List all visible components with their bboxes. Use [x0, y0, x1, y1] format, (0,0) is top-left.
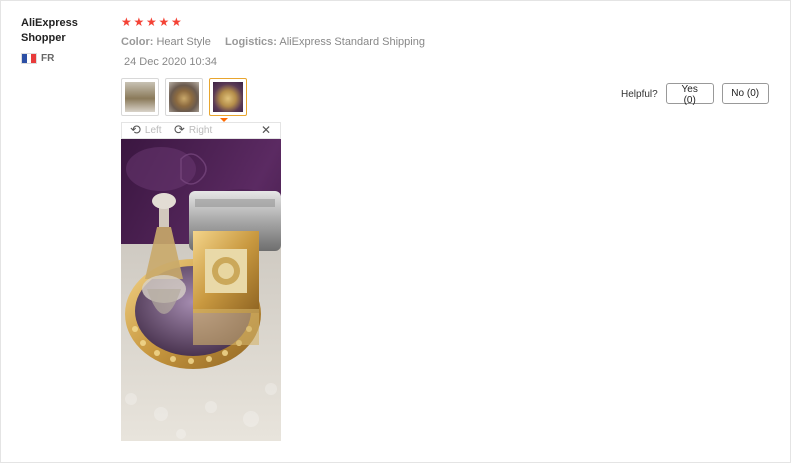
logistics-label: Logistics: [225, 36, 277, 48]
review-card: AliExpress Shopper FR ★ ★ ★ ★ ★ Color: H… [0, 0, 791, 463]
star-icon: ★ [146, 15, 157, 29]
france-flag-icon [21, 52, 37, 64]
rotate-right-icon: ⟳ [174, 123, 185, 138]
color-value: Heart Style [156, 36, 211, 48]
close-icon[interactable]: ✕ [261, 123, 271, 138]
order-info: Color: Heart Style Logistics: AliExpress… [121, 36, 425, 48]
country-code: FR [41, 52, 55, 64]
star-icon: ★ [133, 15, 145, 29]
star-icon: ★ [158, 15, 170, 29]
helpful-label: Helpful? [621, 89, 658, 100]
reviewer-country: FR [21, 52, 54, 64]
thumbnail-2[interactable] [165, 78, 203, 116]
image-viewer-toolbar: ⟲ Left ⟳ Right ✕ [121, 122, 281, 139]
review-photo-image [121, 139, 281, 441]
thumbnail-image [213, 82, 243, 112]
star-rating: ★ ★ ★ ★ ★ [121, 15, 184, 29]
star-icon: ★ [121, 15, 132, 29]
rotate-right-button[interactable]: ⟳ Right [174, 123, 212, 138]
reviewer-name: AliExpress Shopper [21, 17, 78, 44]
logistics-value: AliExpress Standard Shipping [279, 36, 425, 48]
rotate-left-icon: ⟲ [130, 123, 141, 138]
thumbnail-1[interactable] [121, 78, 159, 116]
thumbnail-image [169, 82, 199, 112]
rotate-right-label: Right [188, 125, 213, 136]
star-icon: ★ [171, 15, 182, 29]
review-photo [121, 139, 281, 441]
review-thumbnails [121, 78, 253, 116]
helpful-votes: Helpful? Yes (0) No (0) [621, 83, 769, 106]
rotate-left-label: Left [144, 125, 162, 136]
yes-button[interactable]: Yes (0) [665, 83, 714, 106]
thumbnail-3[interactable] [209, 78, 247, 116]
rotate-left-button[interactable]: ⟲ Left [130, 123, 162, 138]
review-date: 24 Dec 2020 10:34 [124, 56, 217, 68]
no-button[interactable]: No (0) [721, 83, 769, 104]
color-label: Color: [121, 36, 154, 48]
thumbnail-image [125, 82, 155, 112]
